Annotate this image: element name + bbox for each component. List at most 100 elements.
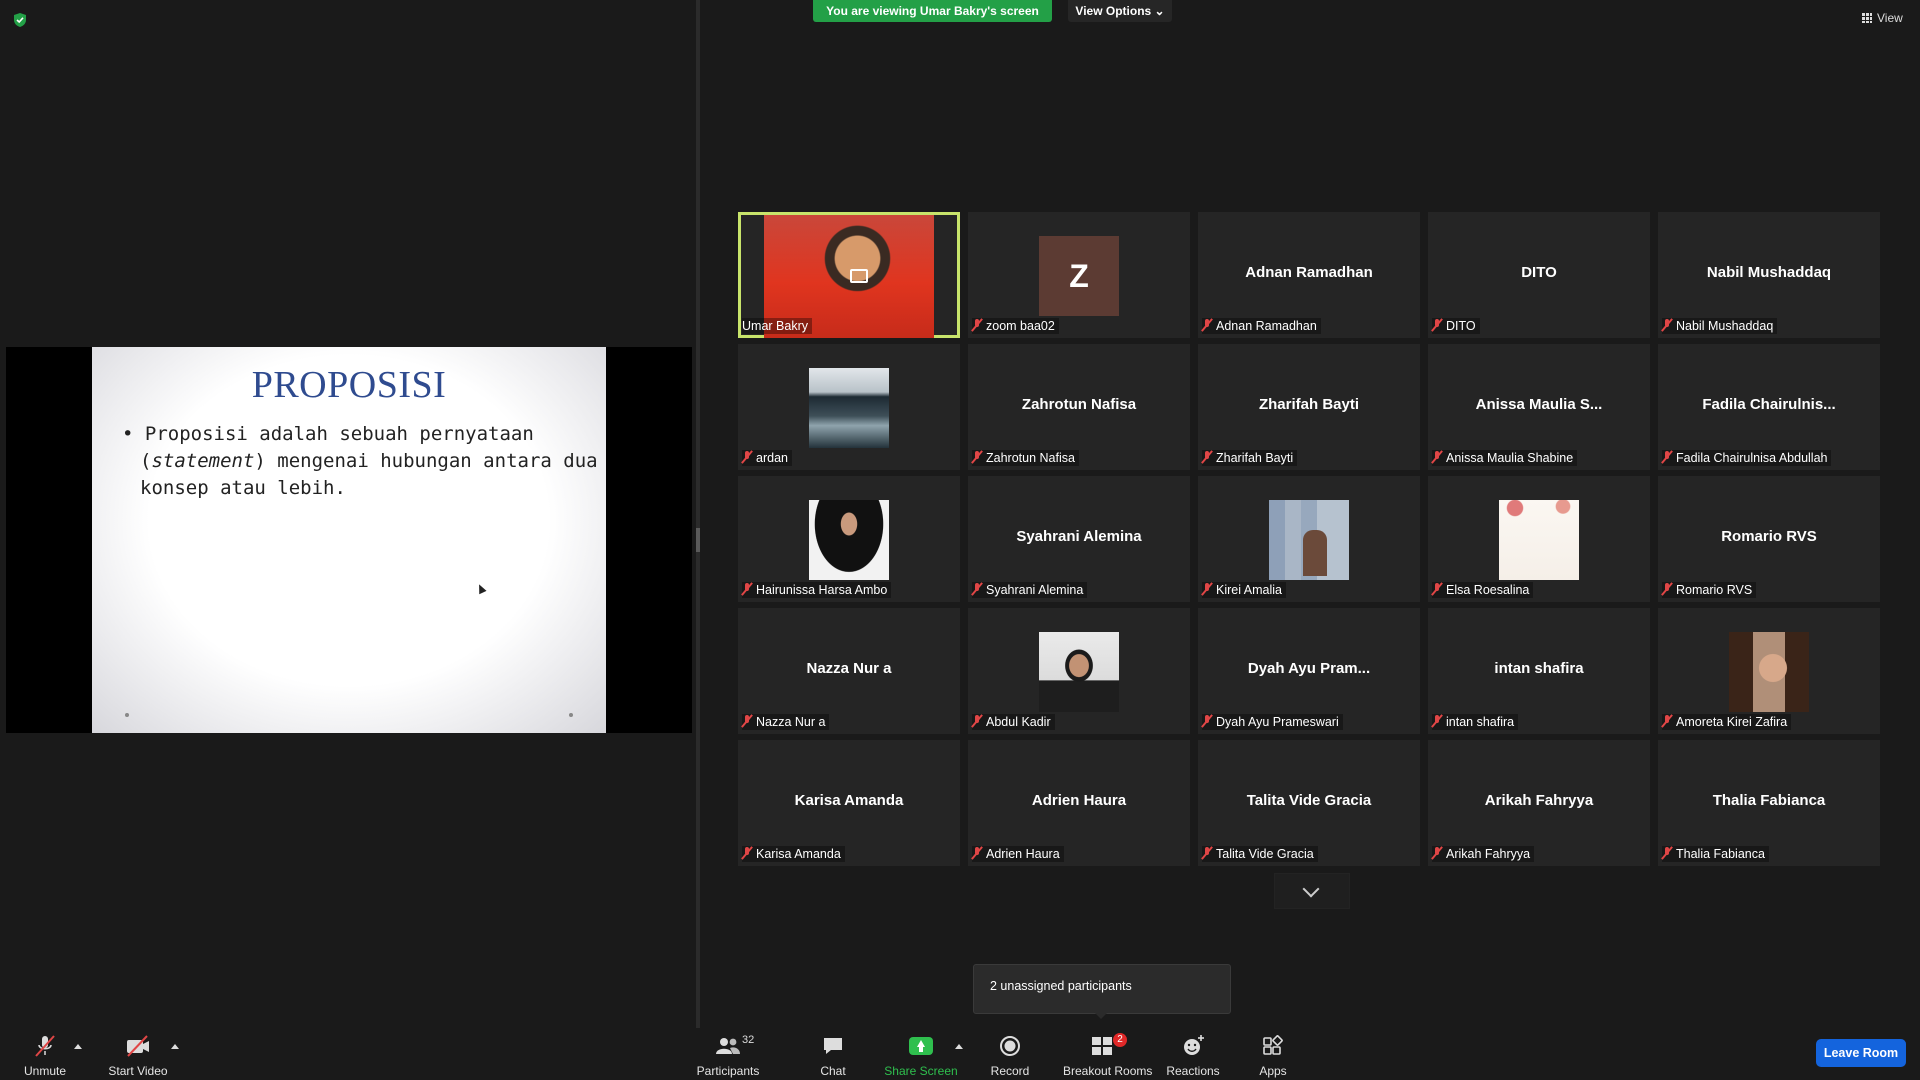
mic-off-icon — [1662, 846, 1672, 860]
mic-off-icon — [1662, 450, 1672, 464]
gallery-next-page-button[interactable] — [1274, 873, 1350, 909]
view-button[interactable]: View — [1862, 11, 1903, 25]
participant-tile[interactable]: Fadila Chairulnis... Fadila Chairulnisa A… — [1658, 344, 1880, 470]
participant-display-name: DITO — [1521, 264, 1557, 281]
record-button[interactable]: Record — [970, 1031, 1050, 1078]
participant-name-label: ardan — [742, 450, 792, 466]
participant-video — [1039, 632, 1119, 712]
participant-name-label: Elsa Roesalina — [1432, 582, 1534, 598]
leave-room-button[interactable]: Leave Room — [1816, 1039, 1906, 1067]
participant-tile[interactable]: Adnan Ramadhan Adnan Ramadhan — [1198, 212, 1420, 338]
participant-tile[interactable]: ardan — [738, 344, 960, 470]
participant-name: Romario RVS — [1676, 583, 1753, 597]
audio-options-caret[interactable] — [74, 1044, 82, 1049]
mic-off-icon — [972, 714, 982, 728]
start-video-label: Start Video — [108, 1064, 168, 1078]
participant-avatar: Z — [1039, 236, 1119, 316]
participant-tile[interactable]: Hairunissa Harsa Ambo — [738, 476, 960, 602]
participant-tile[interactable]: Anissa Maulia S... Anissa Maulia Shabine — [1428, 344, 1650, 470]
participant-name-label: Talita Vide Gracia — [1202, 846, 1318, 862]
slide-title: PROPOSISI — [251, 364, 447, 406]
share-screen-label: Share Screen — [884, 1064, 958, 1078]
reactions-button[interactable]: Reactions — [1153, 1031, 1233, 1078]
video-options-caret[interactable] — [171, 1044, 179, 1049]
mic-off-icon — [1432, 846, 1442, 860]
pane-divider-handle[interactable] — [696, 528, 700, 552]
participant-name: Arikah Fahryya — [1446, 847, 1531, 861]
participant-name: Nazza Nur a — [756, 715, 826, 729]
participant-name: Anissa Maulia Shabine — [1446, 451, 1574, 465]
mic-off-icon — [1202, 846, 1212, 860]
reactions-label: Reactions — [1166, 1064, 1220, 1078]
apps-button[interactable]: Apps — [1233, 1031, 1313, 1078]
participant-tile[interactable]: Zahrotun Nafisa Zahrotun Nafisa — [968, 344, 1190, 470]
participant-tile[interactable]: Elsa Roesalina — [1428, 476, 1650, 602]
participant-tile[interactable]: Talita Vide Gracia Talita Vide Gracia — [1198, 740, 1420, 866]
mic-off-icon — [35, 1035, 55, 1057]
mic-off-icon — [742, 846, 752, 860]
chat-button[interactable]: Chat — [793, 1031, 873, 1078]
participant-name: Fadila Chairulnisa Abdullah — [1676, 451, 1828, 465]
breakout-rooms-label: Breakout Rooms — [1063, 1064, 1153, 1078]
view-options-button[interactable]: View Options ⌄ — [1068, 0, 1172, 22]
participant-display-name: Adnan Ramadhan — [1245, 264, 1373, 281]
participant-tile[interactable]: DITO DITO — [1428, 212, 1650, 338]
participant-display-name: Talita Vide Gracia — [1246, 792, 1372, 809]
apps-icon — [1263, 1035, 1283, 1055]
breakout-rooms-icon — [1092, 1037, 1112, 1055]
tooltip-arrow — [1094, 1012, 1108, 1019]
mic-off-icon — [742, 450, 752, 464]
breakout-rooms-button[interactable]: 2 Breakout Rooms — [1063, 1031, 1153, 1078]
pane-divider[interactable] — [696, 0, 700, 1028]
participant-name-label: Syahrani Alemina — [972, 582, 1088, 598]
slide-dot — [569, 713, 573, 717]
participant-name: Amoreta Kirei Zafira — [1676, 715, 1788, 729]
participant-tile[interactable]: Nazza Nur a Nazza Nur a — [738, 608, 960, 734]
participant-name-label: Nabil Mushaddaq — [1662, 318, 1778, 334]
share-screen-button[interactable]: Share Screen — [881, 1031, 961, 1078]
participant-tile[interactable]: Dyah Ayu Pram... Dyah Ayu Prameswari — [1198, 608, 1420, 734]
participant-tile[interactable]: Karisa Amanda Karisa Amanda — [738, 740, 960, 866]
participant-name: Zharifah Bayti — [1216, 451, 1294, 465]
participant-tile[interactable]: Abdul Kadir — [968, 608, 1190, 734]
shield-icon[interactable] — [12, 12, 28, 28]
participant-tile[interactable]: Zharifah Bayti Zharifah Bayti — [1198, 344, 1420, 470]
participant-tile[interactable]: Amoreta Kirei Zafira — [1658, 608, 1880, 734]
share-screen-icon — [909, 1037, 933, 1055]
participants-button[interactable]: 32 Participants — [688, 1031, 768, 1078]
participant-name-label: Abdul Kadir — [972, 714, 1055, 730]
participant-tile[interactable]: Arikah Fahryya Arikah Fahryya — [1428, 740, 1650, 866]
participant-name-label: Kirei Amalia — [1202, 582, 1286, 598]
participant-tile[interactable]: intan shafira intan shafira — [1428, 608, 1650, 734]
participant-name-label: Umar Bakry — [742, 318, 812, 334]
participant-tile[interactable]: Kirei Amalia — [1198, 476, 1420, 602]
slide-bullet: • Proposisi adalah sebuah pernyataan (st… — [122, 421, 600, 502]
participant-name: Elsa Roesalina — [1446, 583, 1530, 597]
participant-name-label: Adrien Haura — [972, 846, 1064, 862]
participant-tile[interactable]: Adrien Haura Adrien Haura — [968, 740, 1190, 866]
participant-tile[interactable]: Romario RVS Romario RVS — [1658, 476, 1880, 602]
participant-name-label: Nazza Nur a — [742, 714, 830, 730]
mic-off-icon — [1202, 450, 1212, 464]
record-icon — [1000, 1036, 1020, 1056]
viewing-screen-banner: You are viewing Umar Bakry's screen — [813, 0, 1052, 22]
mic-off-icon — [742, 714, 752, 728]
share-options-caret[interactable] — [955, 1044, 963, 1049]
participant-name: Hairunissa Harsa Ambo — [756, 583, 888, 597]
participant-tile[interactable]: Nabil Mushaddaq Nabil Mushaddaq — [1658, 212, 1880, 338]
participant-name: Syahrani Alemina — [986, 583, 1084, 597]
reactions-icon — [1184, 1035, 1204, 1055]
participant-name: Abdul Kadir — [986, 715, 1051, 729]
participant-video — [1729, 632, 1809, 712]
participant-name-label: intan shafira — [1432, 714, 1519, 730]
chat-label: Chat — [820, 1064, 846, 1078]
participant-tile[interactable]: Umar Bakry — [738, 212, 960, 338]
participant-tile[interactable]: Thalia Fabianca Thalia Fabianca — [1658, 740, 1880, 866]
participant-display-name: Thalia Fabianca — [1712, 792, 1826, 809]
start-video-button[interactable]: Start Video — [98, 1031, 178, 1078]
mic-off-icon — [1202, 582, 1212, 596]
participant-tile[interactable]: Syahrani Alemina Syahrani Alemina — [968, 476, 1190, 602]
unmute-button[interactable]: Unmute — [5, 1031, 85, 1078]
participant-tile[interactable]: Zzoom baa02 — [968, 212, 1190, 338]
grid-view-icon — [1862, 13, 1872, 23]
